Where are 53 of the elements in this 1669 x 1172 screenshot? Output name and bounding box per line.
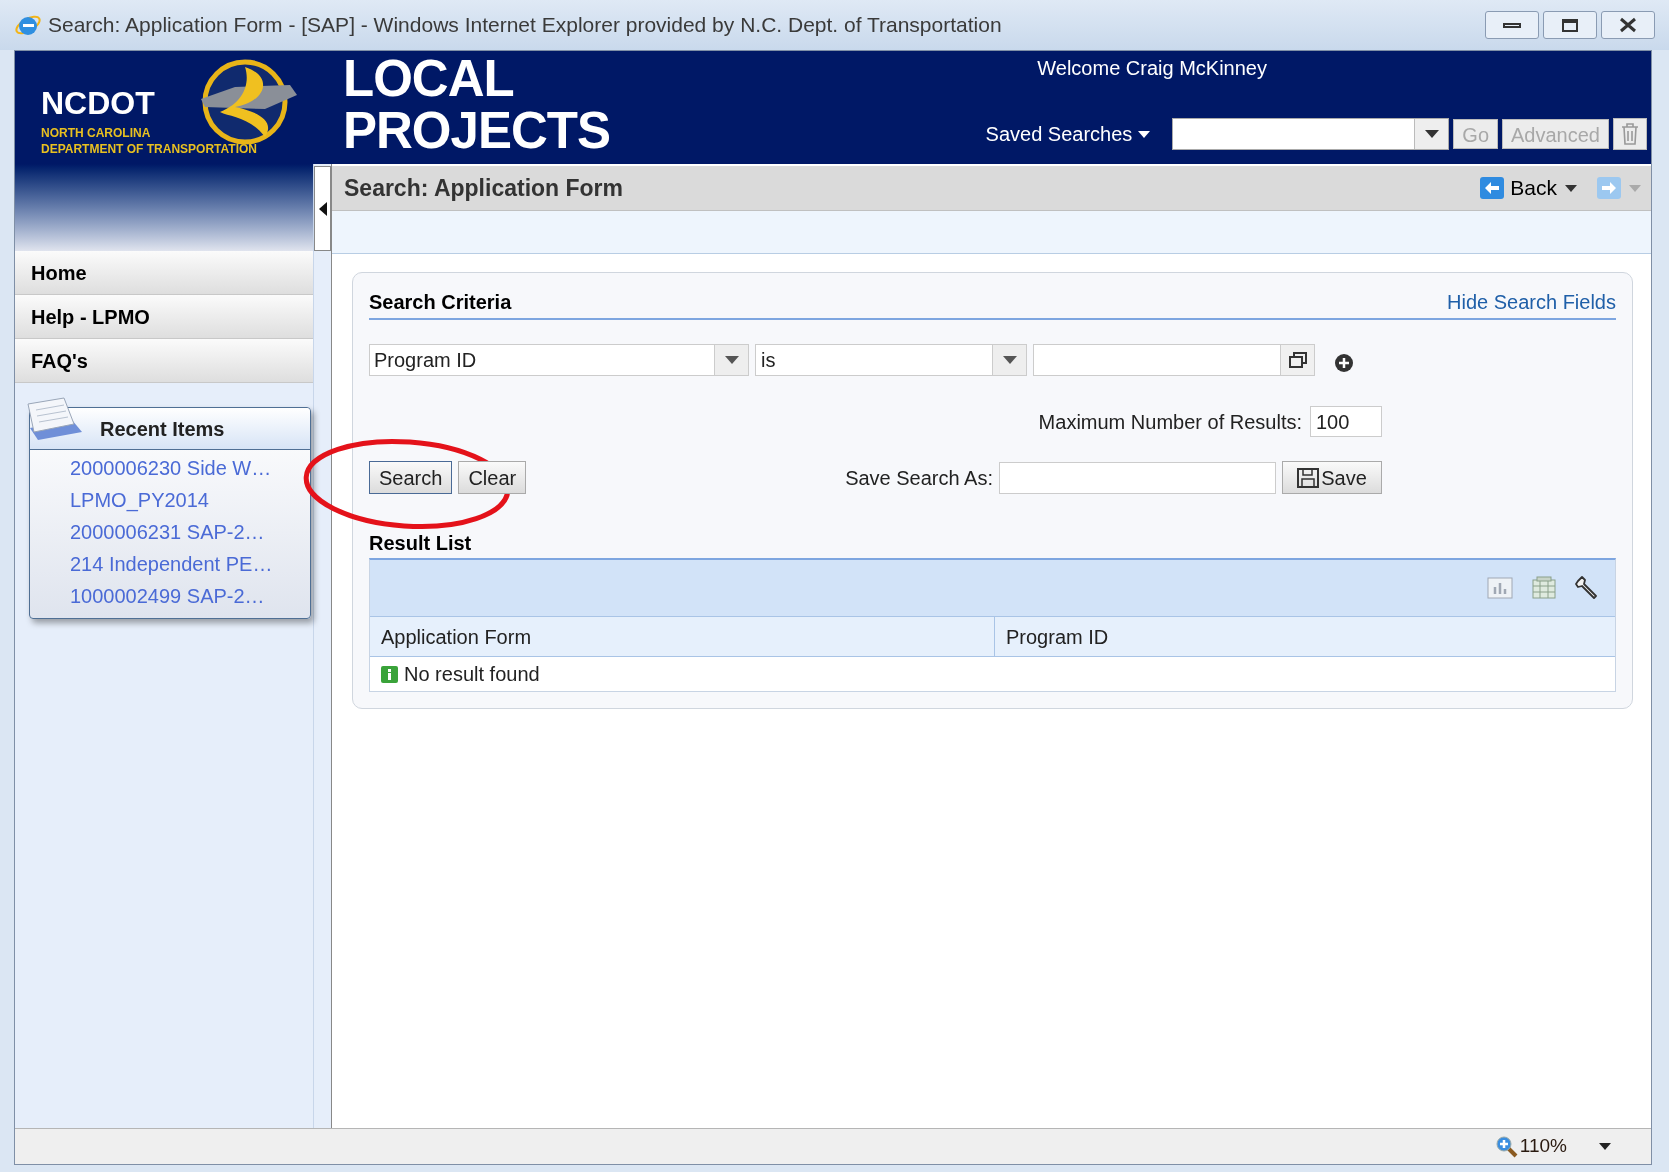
operator-dropdown[interactable]: is [755, 344, 1027, 376]
value-help-icon[interactable] [1288, 352, 1307, 368]
recent-item-link[interactable]: 1000002499 SAP-2… [70, 580, 310, 612]
hide-search-fields-link[interactable]: Hide Search Fields [1447, 287, 1616, 317]
dropdown-arrow-icon [1424, 130, 1439, 138]
clear-button[interactable]: Clear [458, 461, 527, 494]
dropdown-arrow-icon [1002, 356, 1017, 364]
nav-item[interactable]: Help - LPMO [15, 295, 313, 339]
trash-icon [1621, 123, 1639, 145]
zoom-icon[interactable] [1495, 1135, 1518, 1158]
zoom-level[interactable]: 110% [1519, 1132, 1567, 1161]
app-title: PROJECTS [343, 105, 610, 157]
field-dropdown[interactable]: Program ID [369, 344, 749, 376]
collapse-handle[interactable] [314, 166, 331, 251]
column-header[interactable]: Application Form [370, 617, 995, 656]
logo-name: NCDOT [41, 86, 156, 119]
section-title: Result List [369, 532, 472, 554]
recent-item-link[interactable]: 2000006230 Side W… [70, 452, 310, 484]
section-title: Search Criteria [369, 290, 512, 315]
close-icon [1618, 17, 1638, 33]
logo-subtitle: DEPARTMENT OF TRANSPORTATION [41, 140, 257, 157]
caret-icon[interactable] [1599, 1143, 1611, 1150]
info-icon [381, 665, 398, 683]
close-button[interactable] [1601, 11, 1655, 39]
page-title: Search: Application Form [344, 173, 624, 203]
value-input-field[interactable] [1033, 344, 1315, 376]
panel-title: Recent Items [100, 416, 225, 442]
minimize-button[interactable] [1485, 11, 1539, 39]
wrench-icon[interactable] [1575, 576, 1599, 600]
maximize-button[interactable] [1543, 11, 1597, 39]
nav-item[interactable]: Home [15, 251, 313, 295]
nav-item[interactable]: FAQ's [15, 339, 313, 383]
column-header[interactable]: Program ID [995, 617, 1615, 656]
save-search-name-field[interactable] [999, 461, 1276, 494]
add-icon[interactable] [1335, 354, 1353, 372]
field-label: Save Search As: [845, 465, 993, 491]
dropdown-arrow-icon [724, 356, 739, 364]
caret-icon [1138, 130, 1151, 138]
logo-subtitle: NORTH CAROLINA [41, 124, 152, 141]
max-results-field[interactable]: 100 [1310, 406, 1382, 437]
window-title: Search: Application Form - [SAP] - Windows Internet Explorer provided by N.C. Dept. of Transportation [48, 12, 1002, 39]
caret-icon[interactable] [1565, 184, 1577, 192]
app-title: LOCAL [343, 53, 515, 105]
save-button[interactable]: Save [1282, 461, 1382, 494]
back-button[interactable]: Back [1480, 172, 1557, 204]
saved-searches-menu[interactable]: Saved Searches [985, 119, 1151, 149]
recent-item-link[interactable]: 2000006231 SAP-2… [70, 516, 310, 548]
recent-item-link[interactable]: 214 Independent PE… [70, 548, 310, 580]
welcome-text: Welcome Craig McKinney [1037, 56, 1267, 81]
search-button[interactable]: Search [369, 461, 453, 494]
recent-item-link[interactable]: LPMO_PY2014 [70, 484, 310, 516]
empty-result-message: No result found [404, 662, 540, 687]
field-label: Maximum Number of Results: [1038, 409, 1302, 435]
